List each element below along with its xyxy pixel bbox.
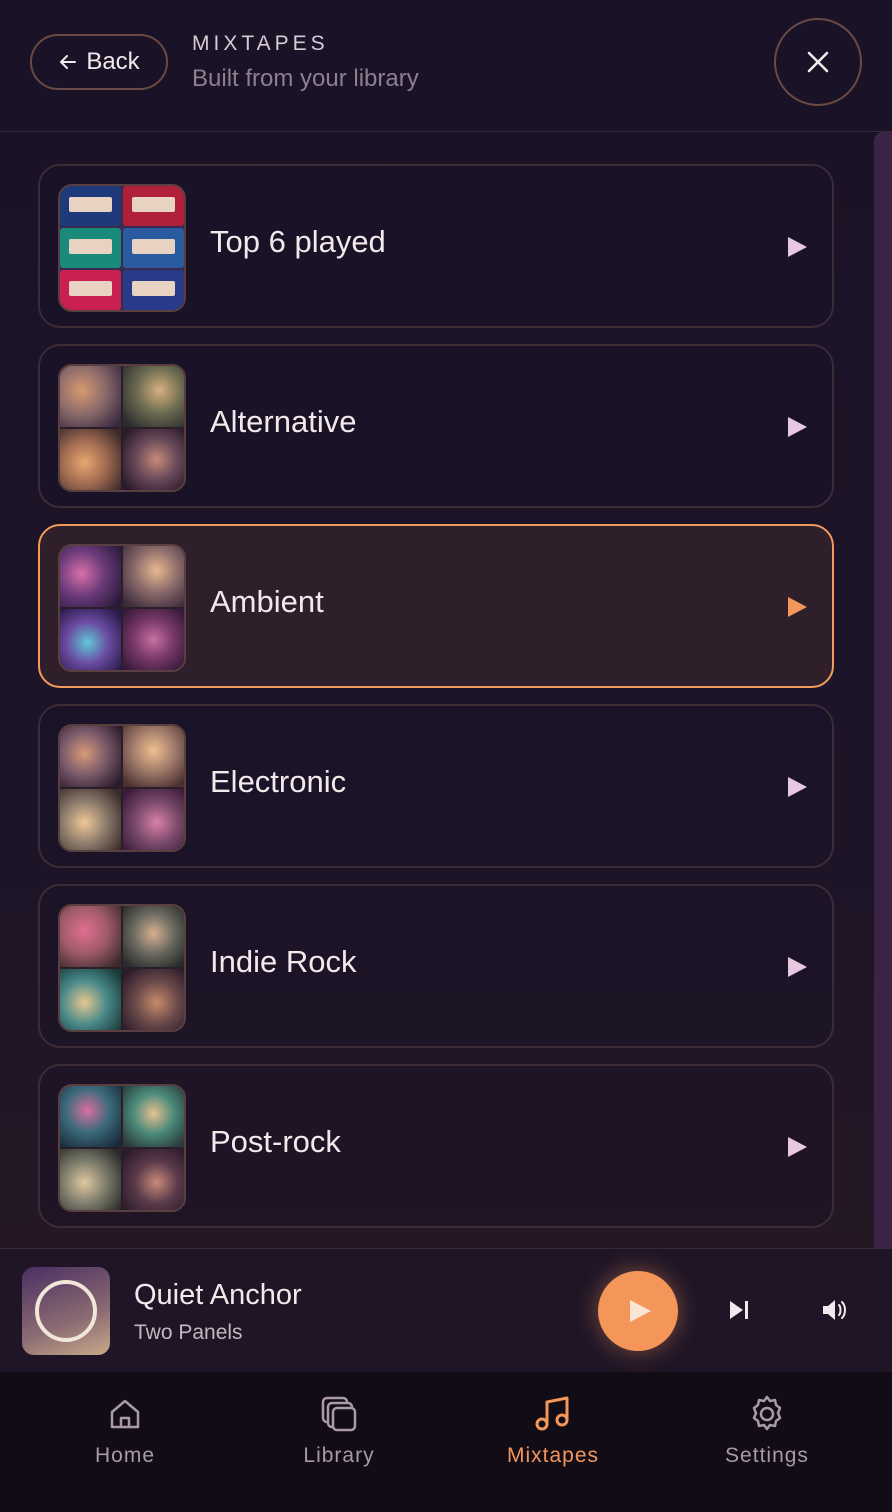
now-playing-bar: Quiet Anchor Two Panels bbox=[0, 1248, 892, 1372]
mixtape-title: Electronic bbox=[210, 764, 347, 799]
play-button[interactable] bbox=[598, 1271, 678, 1351]
nav-item-library[interactable]: Library bbox=[232, 1372, 446, 1512]
back-label: Back bbox=[86, 48, 140, 75]
nav-item-home[interactable]: Home bbox=[18, 1372, 232, 1512]
mixtape-title: Ambient bbox=[210, 584, 324, 619]
play-icon[interactable] bbox=[786, 416, 808, 438]
play-icon[interactable] bbox=[786, 596, 808, 618]
mixtape-card-ambient[interactable]: Ambient bbox=[38, 524, 834, 688]
album-collage-thumbnail bbox=[58, 1084, 186, 1212]
mixtape-title: Indie Rock bbox=[210, 944, 357, 979]
mixtape-card-indie-rock[interactable]: Indie Rock bbox=[38, 884, 834, 1048]
play-icon bbox=[630, 1300, 651, 1322]
music-note-icon bbox=[535, 1396, 569, 1431]
home-icon bbox=[110, 1399, 140, 1429]
album-collage-thumbnail bbox=[58, 724, 186, 852]
scrollbar[interactable] bbox=[874, 132, 892, 1248]
nav-item-settings[interactable]: Settings bbox=[660, 1372, 874, 1512]
mixtape-title: Alternative bbox=[210, 404, 357, 439]
play-icon[interactable] bbox=[786, 956, 808, 978]
gear-icon bbox=[752, 1395, 782, 1431]
header: Back MIXTAPES Built from your library bbox=[0, 0, 892, 132]
now-playing-artist: Two Panels bbox=[134, 1321, 243, 1344]
play-icon[interactable] bbox=[786, 236, 808, 258]
mixtape-card-post-rock[interactable]: Post-rock bbox=[38, 1064, 834, 1228]
mixtape-list: Top 6 played Alternative Ambient Electro… bbox=[38, 164, 834, 1244]
close-button[interactable] bbox=[774, 18, 862, 106]
now-playing-title: Quiet Anchor bbox=[134, 1279, 302, 1311]
volume-icon[interactable] bbox=[820, 1296, 850, 1324]
skip-next-icon[interactable] bbox=[726, 1297, 752, 1323]
mixtape-card-electronic[interactable]: Electronic bbox=[38, 704, 834, 868]
mixtape-card-top-6-played[interactable]: Top 6 played bbox=[38, 164, 834, 328]
play-icon[interactable] bbox=[786, 1136, 808, 1158]
nav-label: Settings bbox=[725, 1444, 809, 1467]
mixtape-card-alternative[interactable]: Alternative bbox=[38, 344, 834, 508]
album-collage-thumbnail bbox=[58, 904, 186, 1032]
nav-label: Mixtapes bbox=[506, 1444, 600, 1467]
arrow-left-icon bbox=[60, 55, 77, 69]
mixtape-title: Top 6 played bbox=[210, 224, 386, 259]
back-button[interactable]: Back bbox=[30, 34, 168, 90]
nav-label: Library bbox=[303, 1444, 375, 1467]
library-icon bbox=[321, 1396, 357, 1432]
nav-label: Home bbox=[94, 1444, 156, 1467]
page-title: MIXTAPES bbox=[192, 32, 329, 55]
play-icon[interactable] bbox=[786, 776, 808, 798]
now-playing-artwork[interactable] bbox=[22, 1267, 110, 1355]
page-subtitle: Built from your library bbox=[192, 65, 419, 92]
close-icon bbox=[807, 51, 829, 73]
bottom-nav: Home Library Mixtapes Settings bbox=[0, 1372, 892, 1512]
nav-item-mixtapes[interactable]: Mixtapes bbox=[446, 1372, 660, 1512]
cassette-collage-thumbnail bbox=[58, 184, 186, 312]
album-collage-thumbnail bbox=[58, 364, 186, 492]
mixtape-title: Post-rock bbox=[210, 1124, 341, 1159]
album-collage-thumbnail bbox=[58, 544, 186, 672]
circle-artwork-icon bbox=[35, 1280, 97, 1342]
